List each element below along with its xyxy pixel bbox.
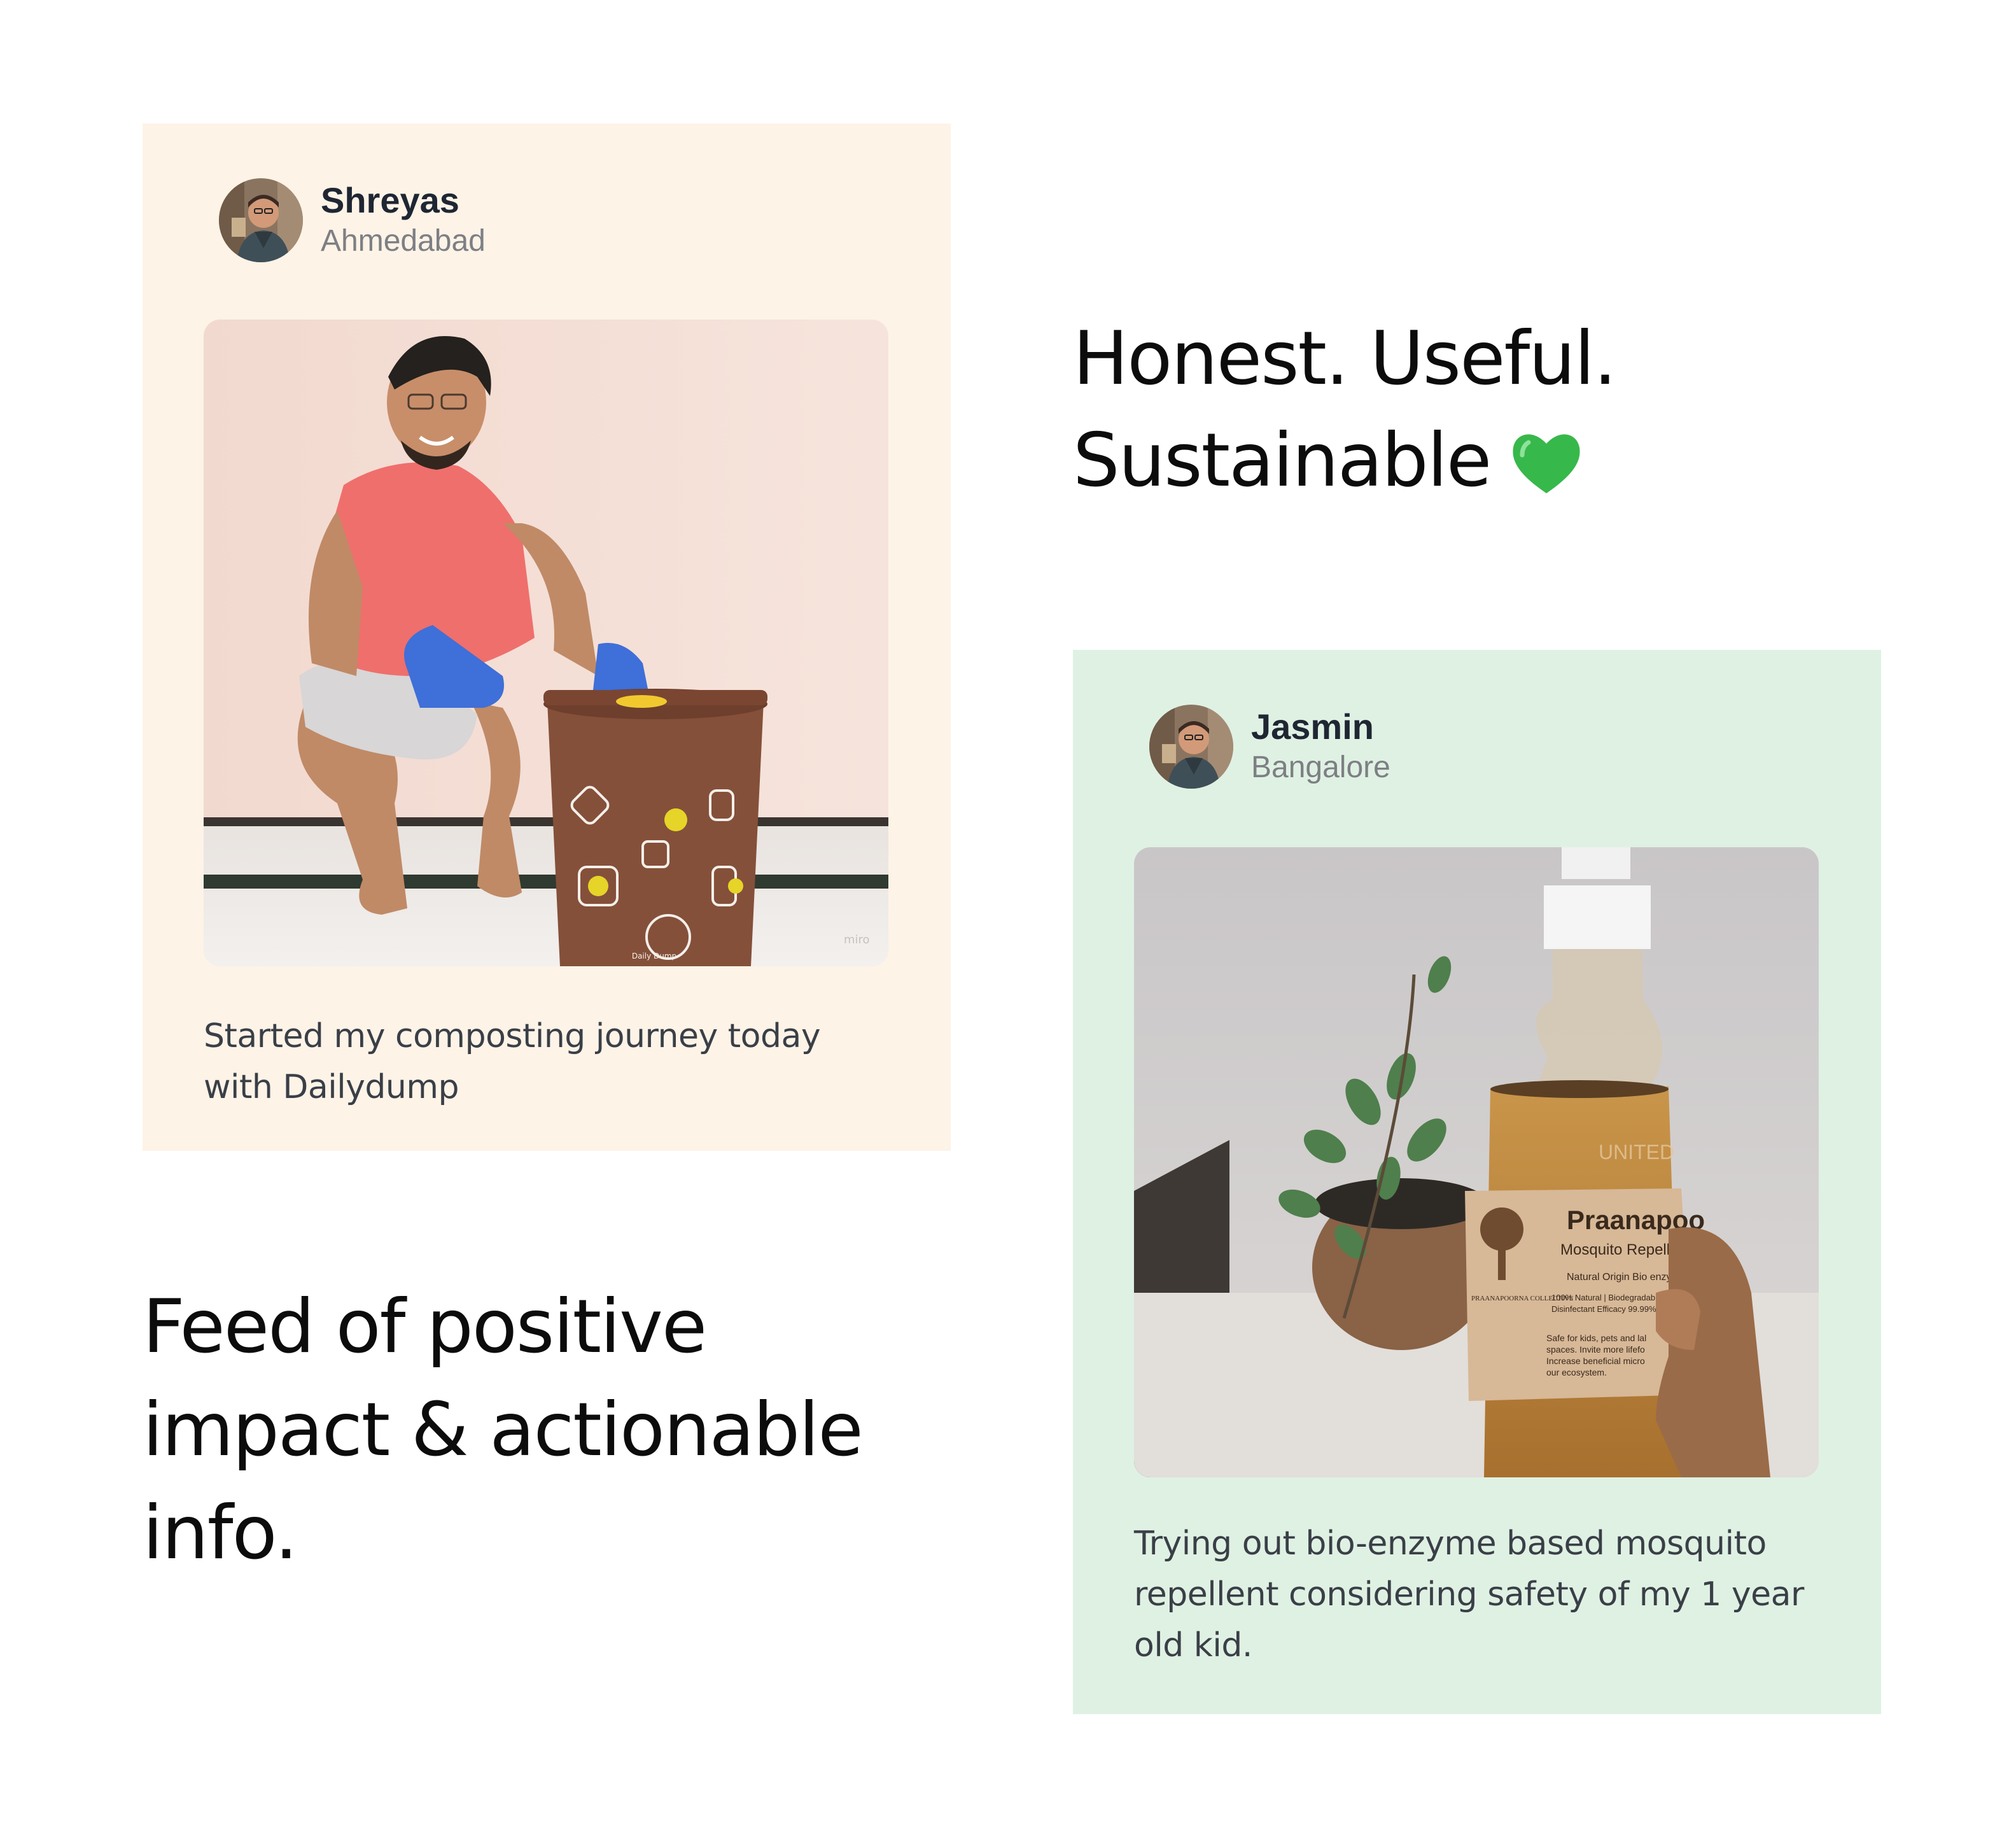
headline-text: Sustainable — [1073, 418, 1492, 503]
caption-line: Started my composting journey today — [204, 1017, 821, 1055]
post-photo[interactable]: Praanapoo Mosquito Repellen Natural Orig… — [1134, 847, 1819, 1477]
headline-line: Honest. Useful. — [1073, 316, 1617, 402]
bin-label: Daily Dump — [632, 952, 676, 961]
bottle-claim: 100% Natural | Biodegradab — [1551, 1293, 1655, 1302]
post-author: Jasmin Bangalore — [1149, 705, 1390, 789]
post-card-jasmin[interactable]: Jasmin Bangalore Praanapoo Mosquito Repe… — [1073, 650, 1881, 1714]
caption-line: Trying out bio-enzyme based mosquito — [1134, 1524, 1767, 1563]
author-location: Bangalore — [1251, 750, 1390, 784]
caption-line: repellent considering safety of my 1 yea… — [1134, 1575, 1804, 1614]
bottle-embossed: UNITED — [1599, 1141, 1674, 1164]
green-heart-icon — [1509, 421, 1583, 523]
post-author: Shreyas Ahmedabad — [219, 178, 486, 262]
post-caption: Trying out bio-enzyme based mosquito rep… — [1134, 1518, 1828, 1671]
avatar[interactable] — [1149, 705, 1233, 789]
caption-line: with Dailydump — [204, 1068, 459, 1106]
author-location: Ahmedabad — [321, 224, 486, 258]
author-name[interactable]: Jasmin — [1251, 706, 1390, 748]
post-card-shreyas[interactable]: Shreyas Ahmedabad miro Daily Dump Starte… — [143, 123, 951, 1151]
bottle-safety: Safe for kids, pets and lal — [1546, 1333, 1646, 1343]
bottle-tagline: Natural Origin Bio enzyme — [1567, 1272, 1686, 1283]
photo-watermark: miro — [844, 933, 870, 947]
post-caption: Started my composting journey today with… — [204, 1011, 897, 1113]
headline-feed: Feed of positive impact & actionable inf… — [143, 1276, 970, 1585]
headline-line: info. — [143, 1490, 298, 1576]
avatar[interactable] — [219, 178, 303, 262]
headline-line: Sustainable — [1073, 410, 1900, 523]
headline-line: impact & actionable — [143, 1387, 864, 1473]
headline-line: Feed of positive — [143, 1284, 707, 1370]
bottle-safety: spaces. Invite more lifefo — [1546, 1344, 1645, 1355]
bottle-safety: our ecosystem. — [1546, 1367, 1607, 1377]
post-photo[interactable]: miro Daily Dump — [204, 320, 888, 966]
author-name[interactable]: Shreyas — [321, 179, 486, 222]
headline-values: Honest. Useful. Sustainable — [1073, 308, 1900, 523]
bottle-product: Mosquito Repellen — [1560, 1241, 1687, 1258]
bottle-claim: Disinfectant Efficacy 99.99% — [1551, 1304, 1656, 1314]
caption-line: old kid. — [1134, 1626, 1252, 1665]
bottle-safety: Increase beneficial micro — [1546, 1356, 1645, 1366]
